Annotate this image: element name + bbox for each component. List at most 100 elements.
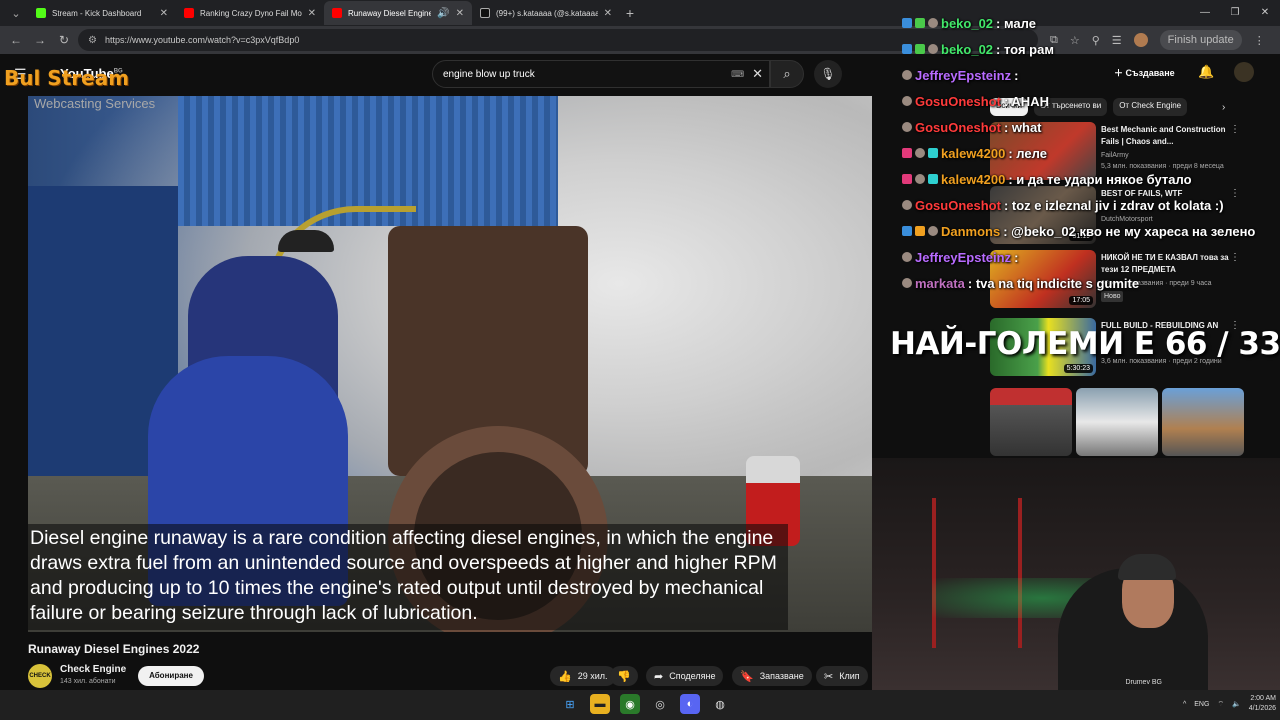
tab-ranking-dyno[interactable]: Ranking Crazy Dyno Fail Mome ✕ — [176, 1, 324, 25]
chat-text: : тоя рам — [996, 41, 1054, 57]
chat-username: beko_02 — [941, 41, 994, 57]
webcam-scene-rack — [932, 498, 1022, 648]
chrome-icon[interactable]: ◉ — [620, 694, 640, 714]
close-tab-icon[interactable]: ✕ — [456, 8, 464, 19]
clip-button[interactable]: ✂ Клип — [816, 666, 868, 686]
chat-badge-icon — [902, 44, 912, 54]
chat-badge-icon — [915, 226, 925, 236]
subscribe-button[interactable]: Абониране — [138, 666, 204, 686]
discord-icon[interactable]: ◐ — [680, 694, 700, 714]
channel-name[interactable]: Check Engine — [60, 664, 126, 675]
chat-text: : what — [1003, 119, 1042, 135]
voice-search-icon[interactable]: 🎙 — [814, 60, 842, 88]
tab-search-icon[interactable]: ⌄ — [4, 3, 28, 23]
chat-text: : toz e izleznal jiv i zdrav ot kolata :… — [1003, 197, 1224, 213]
chat-badge-icon — [902, 174, 912, 184]
short-thumbnail[interactable] — [1162, 388, 1244, 456]
site-info-icon[interactable]: ⚙ — [88, 35, 97, 46]
tray-chevron-icon[interactable]: ^ — [1183, 701, 1186, 708]
chat-text: : и да те удари някое бутало — [1008, 171, 1192, 187]
chat-message: Danmons: @beko_02 кво не му хареса на зе… — [902, 218, 1280, 244]
new-tab-button[interactable]: + — [620, 5, 640, 21]
clip-label: Клип — [839, 671, 860, 681]
clear-search-icon[interactable]: ✕ — [752, 66, 763, 82]
chat-message: markata: tva na tiq indicite s gumite — [902, 270, 1280, 296]
bul-stream-logo: Bul Stream — [4, 66, 130, 90]
chat-message: beko_02: тоя рам — [902, 36, 1280, 62]
clock-time: 2:00 AM — [1250, 695, 1276, 702]
audio-icon[interactable]: 🔊 — [437, 8, 449, 19]
channel-avatar[interactable]: CHECK — [28, 664, 52, 688]
chat-badge-icon — [902, 70, 912, 80]
share-icon: ➦ — [654, 670, 664, 683]
chat-username: Danmons — [941, 223, 1001, 239]
obs-icon[interactable]: ◎ — [650, 694, 670, 714]
video-duration: 17:05 — [1069, 296, 1093, 305]
close-tab-icon[interactable]: ✕ — [160, 8, 168, 19]
url-field[interactable]: ⚙ https://www.youtube.com/watch?v=c3pxVq… — [78, 29, 1038, 51]
chat-username: beko_02 — [941, 15, 994, 31]
chat-badge-icon — [915, 148, 925, 158]
like-button[interactable]: 👍 29 хил. — [550, 666, 616, 686]
chat-badge-icon — [902, 278, 912, 288]
forward-icon[interactable]: → — [30, 33, 50, 47]
kick-icon — [36, 8, 46, 18]
windows-start-icon[interactable]: ⊞ — [560, 694, 580, 714]
close-tab-icon[interactable]: ✕ — [308, 8, 316, 19]
chat-badge-icon — [902, 96, 912, 106]
close-tab-icon[interactable]: ✕ — [604, 8, 612, 19]
tab-runaway-diesel[interactable]: Runaway Diesel Engines 20 🔊 ✕ — [324, 1, 472, 25]
scissors-icon: ✂ — [824, 670, 834, 683]
save-button[interactable]: 🔖 Запазване — [732, 666, 812, 686]
chat-badge-icon — [902, 148, 912, 158]
save-label: Запазване — [759, 671, 804, 681]
chat-text: : tva na tiq indicite s gumite — [967, 275, 1140, 291]
tab-label: Stream - Kick Dashboard — [52, 8, 142, 18]
video-title: Runaway Diesel Engines 2022 — [28, 642, 200, 656]
tab-label: (99+) s.kataaaa (@s.kataaaa)'s v — [496, 8, 598, 18]
chat-text: : леле — [1008, 145, 1047, 161]
video-duration: 5:30:23 — [1063, 364, 1093, 373]
chat-badge-icon — [915, 174, 925, 184]
tab-label: Runaway Diesel Engines 20 — [348, 8, 432, 18]
chat-message: beko_02: мале — [902, 10, 1280, 36]
bul-stream-subtitle: Webcasting Services — [34, 96, 156, 111]
search-query: engine blow up truck — [443, 68, 535, 80]
webcam-scene-cap — [1118, 554, 1176, 580]
video-caption: Diesel engine runaway is a rare conditio… — [28, 524, 788, 630]
search-input[interactable]: engine blow up truck ⌨ ✕ — [432, 60, 770, 88]
short-thumbnail[interactable] — [990, 388, 1072, 456]
like-count: 29 хил. — [577, 671, 608, 681]
tiktok-icon — [480, 8, 490, 18]
volume-icon[interactable]: 🔈 — [1232, 700, 1241, 708]
chat-username: GosuOneshot — [915, 197, 1001, 213]
back-icon[interactable]: ← — [6, 33, 26, 47]
channel-subscribers: 143 хил. абонати — [60, 678, 116, 685]
reload-icon[interactable]: ↻ — [54, 33, 74, 47]
file-explorer-icon[interactable]: ▬ — [590, 694, 610, 714]
share-button[interactable]: ➦ Споделяне — [646, 666, 724, 686]
tab-kick-dashboard[interactable]: Stream - Kick Dashboard ✕ — [28, 1, 176, 25]
dislike-button[interactable]: 👎 — [610, 666, 638, 686]
windows-taskbar: ⊞ ▬ ◉ ◎ ◐ ◍ ^ ENG ⌔ 🔈 2:00 AM 4/1/2026 — [0, 690, 1280, 720]
chat-text: : AHAH — [1003, 93, 1049, 109]
language-indicator[interactable]: ENG — [1194, 701, 1209, 708]
steam-icon[interactable]: ◍ — [710, 694, 730, 714]
clock-date: 4/1/2026 — [1248, 705, 1276, 712]
network-icon[interactable]: ⌔ — [1217, 700, 1224, 709]
chat-badge-icon — [928, 174, 938, 184]
tab-tiktok[interactable]: (99+) s.kataaaa (@s.kataaaa)'s v ✕ — [472, 1, 620, 25]
clock[interactable]: 2:00 AM 4/1/2026 — [1249, 694, 1276, 714]
chat-username: kalew4200 — [941, 145, 1006, 161]
search-button[interactable]: ⌕ — [770, 60, 804, 88]
chat-username: JeffreyEpsteinz — [915, 67, 1012, 83]
video-scene-cap — [278, 230, 334, 252]
short-thumbnail[interactable] — [1076, 388, 1158, 456]
youtube-icon — [332, 8, 342, 18]
chat-message: kalew4200: и да те удари някое бутало — [902, 166, 1280, 192]
chat-message: GosuOneshot: AHAH — [902, 88, 1280, 114]
tab-label: Ranking Crazy Dyno Fail Mome — [200, 8, 302, 18]
share-label: Споделяне — [669, 671, 716, 681]
chat-badge-icon — [902, 226, 912, 236]
keyboard-icon[interactable]: ⌨ — [731, 69, 744, 80]
